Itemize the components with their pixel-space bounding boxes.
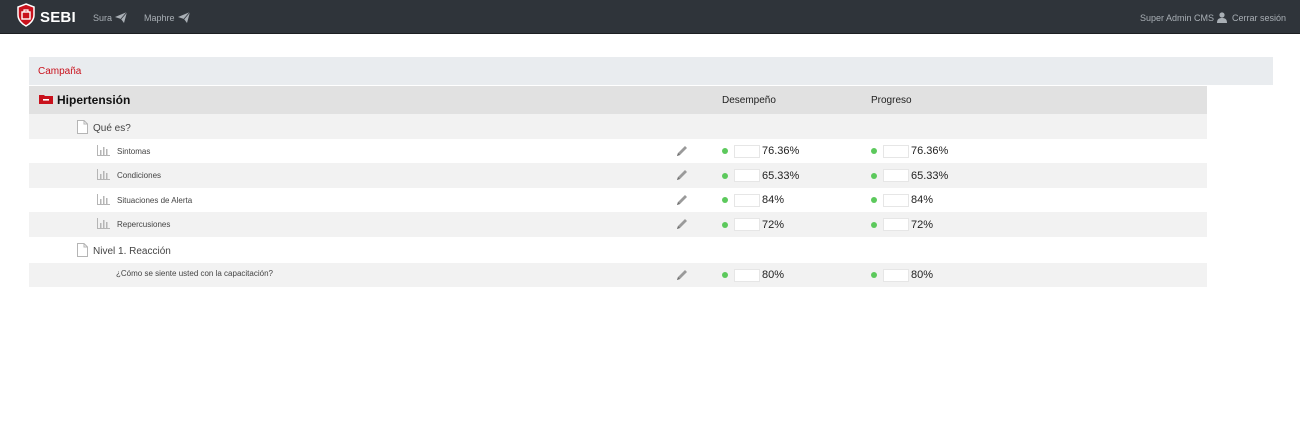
list-item: ¿Cómo se siente usted con la capacitació… bbox=[116, 269, 273, 278]
value-box bbox=[734, 169, 760, 182]
bar-chart-icon bbox=[97, 193, 110, 207]
results-table: Hipertensión Desempeño Progreso Qué es? … bbox=[29, 86, 1207, 287]
status-dot-icon bbox=[871, 197, 877, 203]
table-row: ¿Cómo se siente usted con la capacitació… bbox=[29, 262, 1207, 287]
progress-value: 76.36% bbox=[911, 145, 949, 157]
value-box bbox=[883, 169, 909, 182]
performance-cell: 72% bbox=[722, 218, 784, 231]
brand-name: SEBI bbox=[40, 8, 76, 26]
status-dot-icon bbox=[722, 172, 728, 179]
doc-item[interactable]: Nivel 1. Reacción bbox=[77, 242, 171, 260]
progress-cell: 84% bbox=[871, 193, 934, 207]
table-row-doc: Nivel 1. Reacción bbox=[29, 236, 1207, 263]
progress-cell: 72% bbox=[871, 218, 933, 231]
paper-plane-icon bbox=[112, 11, 128, 25]
list-item: Situaciones de Alerta bbox=[97, 193, 193, 207]
group-title-text: Hipertensión bbox=[57, 93, 131, 107]
list-item: Sintomas bbox=[97, 144, 151, 158]
progress-value: 65.33% bbox=[911, 169, 949, 182]
item-label: Situaciones de Alerta bbox=[117, 195, 193, 205]
nav-item-sura[interactable]: Sura bbox=[93, 10, 128, 26]
list-item: Condiciones bbox=[97, 169, 161, 182]
progress-value: 80% bbox=[911, 269, 934, 281]
performance-value: 65.33% bbox=[762, 169, 800, 182]
shield-logo-icon bbox=[16, 2, 36, 32]
item-label: Sintomas bbox=[117, 146, 151, 156]
table-row: Repercusiones 72% 72% bbox=[29, 212, 1207, 237]
list-item: Repercusiones bbox=[97, 218, 170, 231]
document-icon bbox=[77, 120, 88, 137]
status-dot-icon bbox=[871, 221, 877, 228]
status-dot-icon bbox=[722, 148, 728, 154]
doc-item[interactable]: Qué es? bbox=[77, 120, 131, 137]
document-icon bbox=[77, 242, 88, 260]
paper-plane-icon bbox=[175, 11, 190, 25]
value-box bbox=[734, 268, 760, 282]
progress-value: 72% bbox=[911, 218, 934, 231]
performance-value: 84% bbox=[762, 194, 785, 206]
status-dot-icon bbox=[871, 172, 877, 179]
pencil-icon[interactable] bbox=[675, 268, 689, 287]
brand-link[interactable]: SEBI bbox=[16, 2, 76, 32]
bar-chart-icon bbox=[97, 169, 110, 182]
progress-cell: 76.36% bbox=[871, 144, 949, 158]
folder-minus-icon bbox=[39, 93, 53, 107]
performance-cell: 76.36% bbox=[722, 144, 800, 158]
logout-link[interactable]: Cerrar sesión bbox=[1232, 13, 1286, 23]
nav-label: Sura bbox=[93, 13, 113, 23]
column-header-performance: Desempeño bbox=[722, 95, 776, 106]
status-dot-icon bbox=[871, 272, 877, 278]
user-area: Super Admin CMS Cerrar sesión bbox=[1140, 10, 1286, 26]
performance-cell: 80% bbox=[722, 268, 785, 282]
item-label: ¿Cómo se siente usted con la capacitació… bbox=[116, 268, 273, 278]
pencil-icon[interactable] bbox=[675, 217, 689, 236]
table-row: Situaciones de Alerta 84% 84% bbox=[29, 187, 1207, 212]
value-box bbox=[734, 218, 760, 231]
breadcrumb-campaign[interactable]: Campaña bbox=[38, 66, 81, 77]
nav-label: Maphre bbox=[144, 13, 175, 23]
progress-cell: 80% bbox=[871, 268, 934, 282]
pencil-icon[interactable] bbox=[675, 144, 689, 163]
table-row-doc: Qué es? bbox=[29, 114, 1207, 139]
table-row: Sintomas 76.36% 76.36% bbox=[29, 138, 1207, 163]
value-box bbox=[883, 144, 909, 158]
pencil-icon[interactable] bbox=[675, 168, 689, 187]
value-box bbox=[734, 144, 760, 158]
doc-label: Nivel 1. Reacción bbox=[93, 245, 171, 257]
status-dot-icon bbox=[722, 272, 728, 278]
performance-value: 76.36% bbox=[762, 145, 800, 157]
performance-value: 80% bbox=[762, 269, 785, 281]
column-header-progress: Progreso bbox=[871, 95, 912, 106]
item-label: Condiciones bbox=[117, 171, 162, 180]
performance-cell: 65.33% bbox=[722, 169, 799, 182]
item-label: Repercusiones bbox=[117, 220, 171, 229]
value-box bbox=[883, 268, 909, 282]
bar-chart-icon bbox=[97, 144, 110, 158]
user-name[interactable]: Super Admin CMS bbox=[1140, 13, 1214, 23]
performance-cell: 84% bbox=[722, 193, 785, 207]
doc-label: Qué es? bbox=[93, 123, 131, 134]
value-box bbox=[883, 218, 909, 231]
progress-cell: 65.33% bbox=[871, 169, 948, 182]
status-dot-icon bbox=[722, 221, 728, 228]
bar-chart-icon bbox=[97, 218, 110, 231]
value-box bbox=[883, 193, 909, 207]
group-title[interactable]: Hipertensión bbox=[39, 93, 130, 107]
progress-value: 84% bbox=[911, 194, 934, 206]
nav-item-maphre[interactable]: Maphre bbox=[144, 10, 190, 26]
pencil-icon[interactable] bbox=[675, 193, 689, 212]
value-box bbox=[734, 193, 760, 207]
table-row: Condiciones 65.33% 65.33% bbox=[29, 163, 1207, 188]
user-icon bbox=[1216, 11, 1227, 25]
performance-value: 72% bbox=[762, 218, 785, 231]
breadcrumb: Campaña bbox=[29, 57, 1273, 85]
top-navbar: SEBI Sura Maphre Super Admin CMS Cerrar … bbox=[0, 0, 1300, 34]
table-header-row: Hipertensión Desempeño Progreso bbox=[29, 86, 1207, 114]
status-dot-icon bbox=[871, 148, 877, 154]
status-dot-icon bbox=[722, 197, 728, 203]
